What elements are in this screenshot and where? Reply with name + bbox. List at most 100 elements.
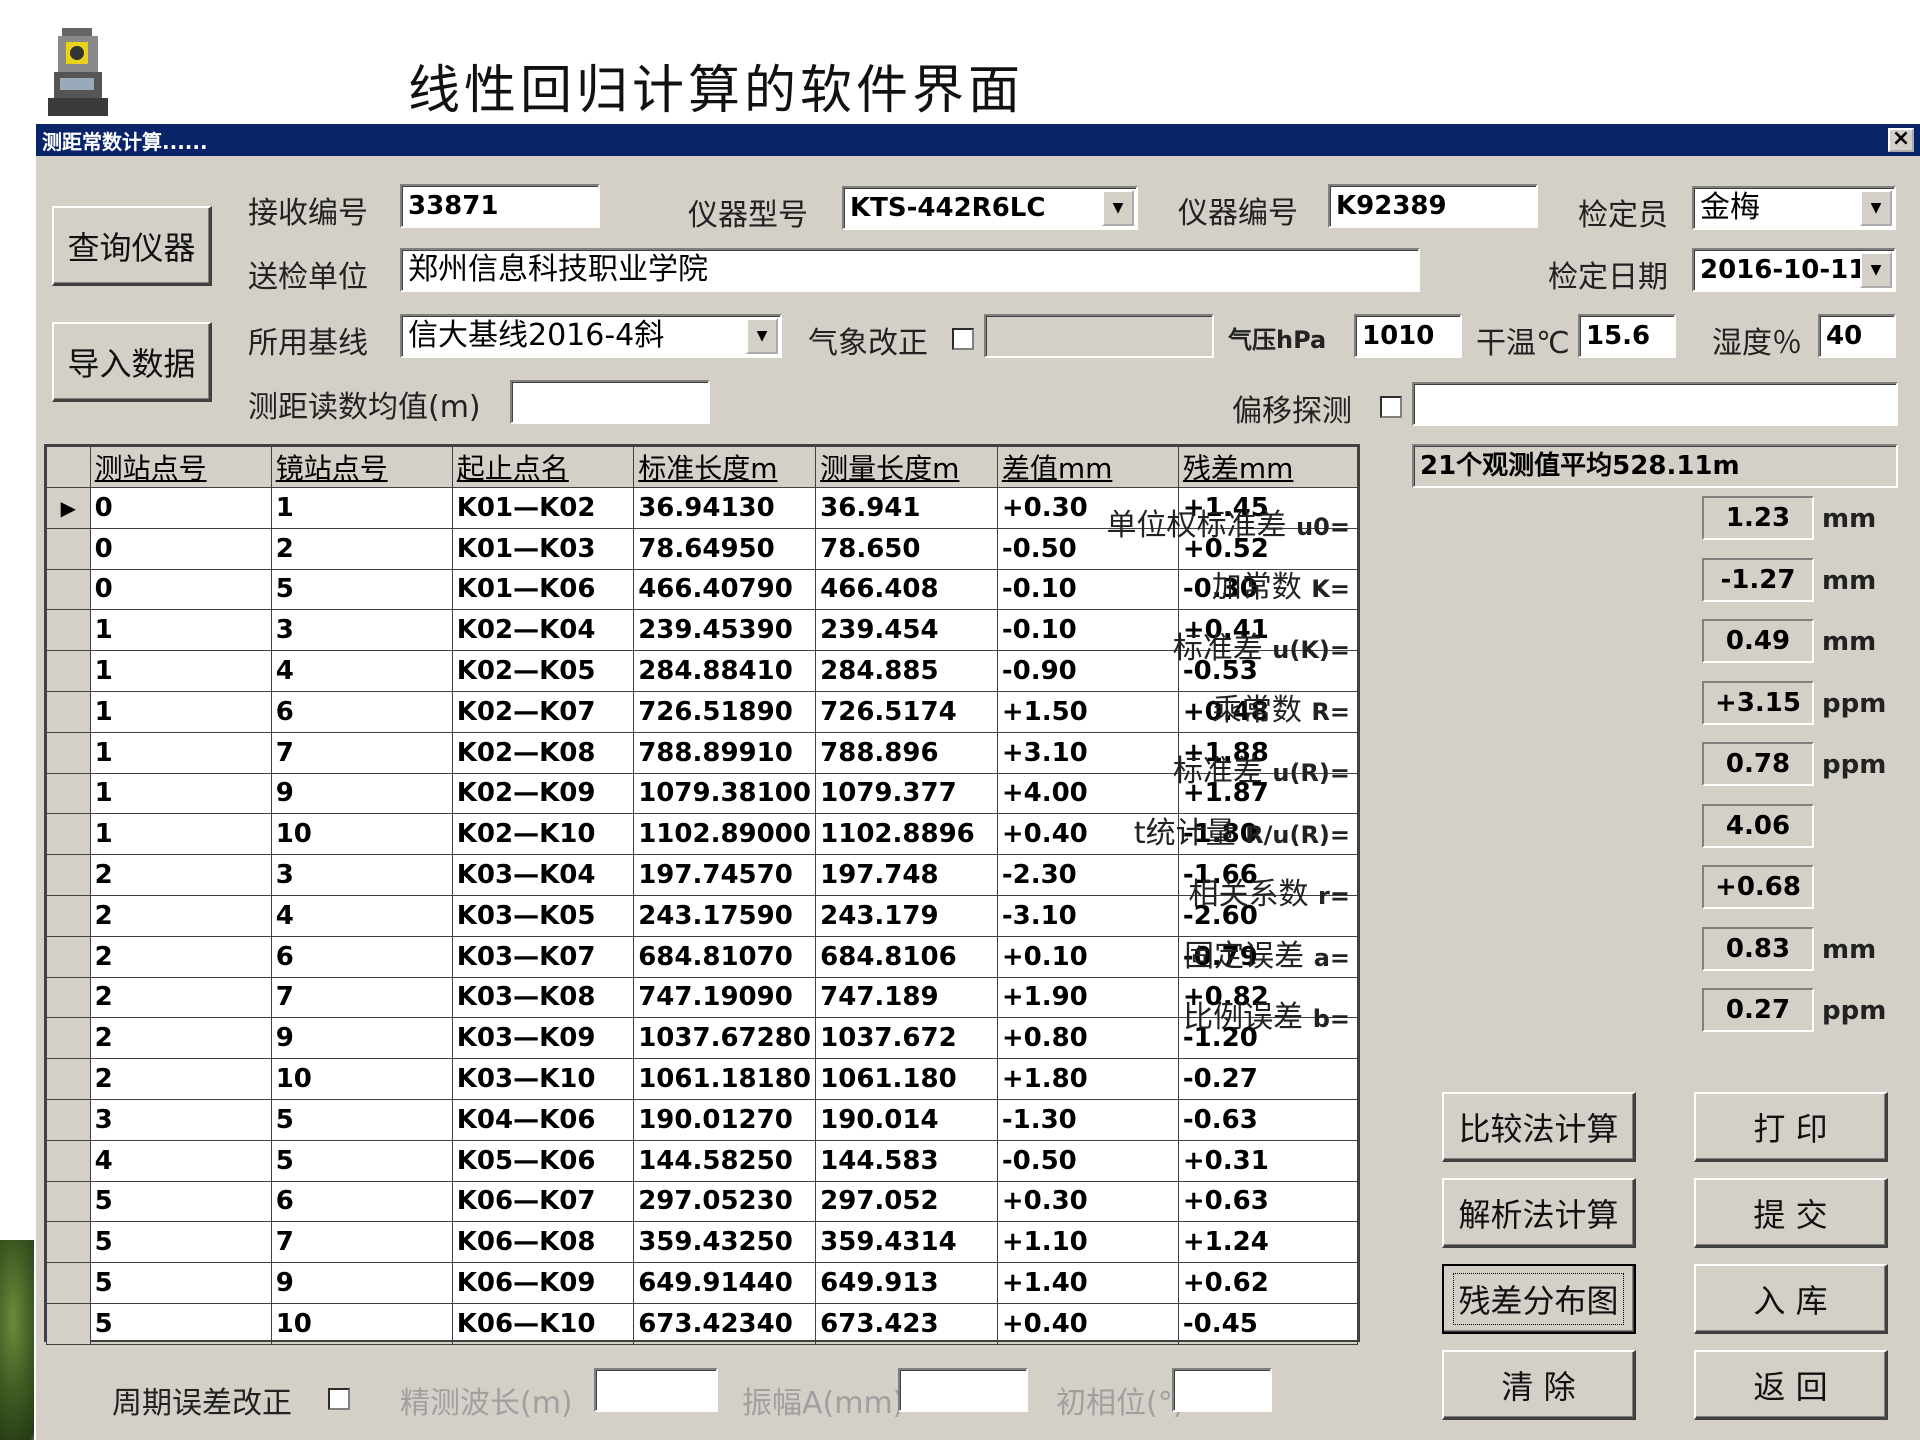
table-cell[interactable]: 190.014	[815, 1098, 998, 1141]
table-cell[interactable]: 1061.18180	[633, 1058, 817, 1100]
table-row[interactable]: 0 5 K01—K06 466.40790 466.408 -0.10 -0.30	[46, 568, 1359, 611]
meteo-checkbox[interactable]	[952, 328, 974, 350]
table-cell[interactable]: 1079.377	[815, 772, 998, 815]
table-cell[interactable]: 3	[89, 1098, 272, 1141]
table-cell[interactable]: 3	[270, 854, 453, 896]
table-cell[interactable]: 1061.180	[815, 1058, 998, 1100]
table-row[interactable]: 2 10 K03—K10 1061.18180 1061.180 +1.80 -0.27	[46, 1058, 1359, 1100]
table-cell[interactable]: 4	[270, 894, 453, 937]
table-cell[interactable]: K03—K04	[451, 854, 635, 896]
row-indicator[interactable]	[46, 854, 91, 896]
table-cell[interactable]: 2	[89, 1017, 272, 1060]
table-cell[interactable]: 5	[89, 1221, 272, 1264]
residual-plot-button[interactable]: 残差分布图	[1442, 1264, 1636, 1334]
table-cell[interactable]: +0.63	[1177, 1180, 1359, 1223]
table-cell[interactable]: -0.63	[1177, 1098, 1359, 1141]
table-cell[interactable]: 10	[270, 1058, 453, 1100]
table-cell[interactable]: K02—K08	[451, 731, 635, 774]
table-cell[interactable]: 36.94130	[633, 487, 817, 529]
col-header[interactable]: 差值mm	[996, 446, 1179, 488]
table-row[interactable]: 3 5 K04—K06 190.01270 190.014 -1.30 -0.63	[46, 1098, 1359, 1141]
table-cell[interactable]: K05—K06	[451, 1139, 635, 1182]
table-cell[interactable]: 649.913	[815, 1262, 998, 1304]
table-cell[interactable]: 1037.672	[815, 1017, 998, 1060]
table-cell[interactable]: 788.896	[815, 731, 998, 774]
print-button[interactable]: 打 印	[1694, 1092, 1888, 1162]
table-cell[interactable]: 5	[89, 1262, 272, 1304]
table-cell[interactable]: 747.189	[815, 976, 998, 1019]
table-cell[interactable]: 243.179	[815, 894, 998, 937]
table-cell[interactable]: 1	[89, 731, 272, 774]
table-cell[interactable]: 9	[270, 772, 453, 815]
table-cell[interactable]: 5	[270, 568, 453, 611]
table-cell[interactable]: 2	[89, 935, 272, 978]
table-cell[interactable]: 4	[89, 1139, 272, 1182]
table-cell[interactable]: 297.05230	[633, 1180, 817, 1223]
table-cell[interactable]: 1	[89, 813, 272, 856]
col-header[interactable]: 测量长度m	[815, 446, 998, 488]
table-cell[interactable]: 1079.38100	[633, 772, 817, 815]
col-header[interactable]: 测站点号	[89, 446, 272, 488]
table-cell[interactable]: 1	[270, 487, 453, 529]
table-cell[interactable]: 788.89910	[633, 731, 817, 774]
table-cell[interactable]: 466.408	[815, 568, 998, 611]
table-cell[interactable]: 144.58250	[633, 1139, 817, 1182]
table-cell[interactable]: +1.80	[996, 1058, 1179, 1100]
temp-field[interactable]: 15.6	[1578, 314, 1676, 358]
table-cell[interactable]: +0.31	[1177, 1139, 1359, 1182]
row-indicator[interactable]	[46, 1302, 91, 1345]
col-header[interactable]: 标准长度m	[633, 446, 817, 488]
table-cell[interactable]: 7	[270, 1221, 453, 1264]
table-cell[interactable]: -2.30	[996, 854, 1179, 896]
import-data-button[interactable]: 导入数据	[52, 322, 212, 402]
table-cell[interactable]: 6	[270, 935, 453, 978]
table-row[interactable]: 2 9 K03—K09 1037.67280 1037.672 +0.80 -1.20	[46, 1017, 1359, 1060]
serial-field[interactable]: K92389	[1328, 184, 1538, 228]
table-cell[interactable]: K02—K05	[451, 650, 635, 692]
table-cell[interactable]: 747.19090	[633, 976, 817, 1019]
row-indicator[interactable]	[46, 609, 91, 652]
table-cell[interactable]: +1.40	[996, 1262, 1179, 1304]
table-cell[interactable]: 284.885	[815, 650, 998, 692]
wavelength-field[interactable]	[594, 1368, 718, 1412]
table-cell[interactable]: K03—K09	[451, 1017, 635, 1060]
table-cell[interactable]: 684.81070	[633, 935, 817, 978]
table-cell[interactable]: 239.45390	[633, 609, 817, 652]
row-indicator[interactable]	[46, 1262, 91, 1304]
compare-calc-button[interactable]: 比较法计算	[1442, 1092, 1636, 1162]
table-cell[interactable]: -3.10	[996, 894, 1179, 937]
table-cell[interactable]: +0.62	[1177, 1262, 1359, 1304]
row-indicator[interactable]	[46, 731, 91, 774]
row-indicator[interactable]	[46, 650, 91, 692]
table-cell[interactable]: +0.30	[996, 1180, 1179, 1223]
table-cell[interactable]: 36.941	[815, 487, 998, 529]
chevron-down-icon[interactable]: ▼	[1102, 190, 1134, 226]
row-indicator[interactable]	[46, 568, 91, 611]
table-cell[interactable]: K03—K10	[451, 1058, 635, 1100]
data-grid[interactable]: 测站点号 镜站点号 起止点名 标准长度m 测量长度m 差值mm 残差mm ▶ 0 1…	[44, 444, 1360, 1345]
row-indicator[interactable]	[46, 1221, 91, 1264]
table-cell[interactable]: -0.10	[996, 609, 1179, 652]
row-indicator[interactable]	[46, 527, 91, 570]
table-cell[interactable]: K06—K09	[451, 1262, 635, 1304]
row-indicator[interactable]	[46, 1058, 91, 1100]
date-select[interactable]: 2016-10-11 ▼	[1692, 248, 1896, 292]
table-cell[interactable]: K01—K02	[451, 487, 635, 529]
table-cell[interactable]: 1	[89, 609, 272, 652]
table-cell[interactable]: 197.74570	[633, 854, 817, 896]
table-cell[interactable]: 5	[270, 1098, 453, 1141]
table-cell[interactable]: K03—K05	[451, 894, 635, 937]
table-cell[interactable]: 684.8106	[815, 935, 998, 978]
table-cell[interactable]: 243.17590	[633, 894, 817, 937]
table-cell[interactable]: 2	[89, 854, 272, 896]
receive-no-field[interactable]: 33871	[400, 184, 600, 228]
table-cell[interactable]: 1102.89000	[633, 813, 817, 856]
table-cell[interactable]: +0.40	[996, 1302, 1179, 1345]
table-cell[interactable]: 197.748	[815, 854, 998, 896]
row-indicator[interactable]	[46, 935, 91, 978]
col-header[interactable]: 镜站点号	[270, 446, 453, 488]
pressure-field[interactable]: 1010	[1354, 314, 1462, 358]
analytic-calc-button[interactable]: 解析法计算	[1442, 1178, 1636, 1248]
table-cell[interactable]: 5	[89, 1302, 272, 1345]
table-cell[interactable]: 673.423	[815, 1302, 998, 1345]
